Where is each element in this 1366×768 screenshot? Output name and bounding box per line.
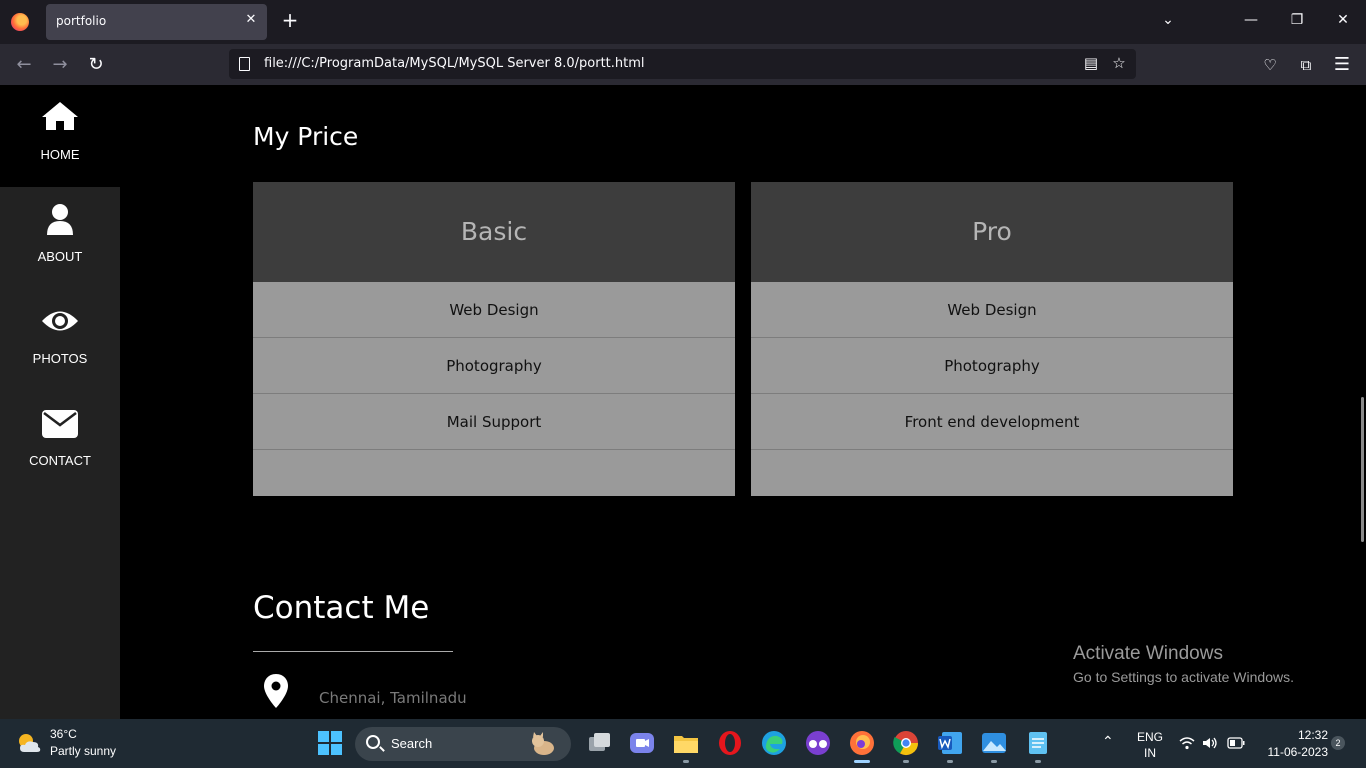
firefox-logo-icon[interactable] (11, 13, 29, 31)
watermark-title: Activate Windows (1073, 643, 1223, 664)
watermark-subtitle: Go to Settings to activate Windows. (1073, 669, 1294, 685)
page-icon (239, 57, 250, 71)
search-highlight-icon (532, 732, 554, 755)
teams-chat-icon[interactable] (628, 729, 656, 757)
incognito-app-icon[interactable] (804, 729, 832, 757)
partly-sunny-icon[interactable] (16, 731, 42, 755)
user-icon (47, 204, 73, 235)
search-label: Search (391, 736, 433, 751)
active-app-indicator (854, 760, 870, 763)
wifi-icon[interactable] (1179, 736, 1195, 750)
clock-date: 11-06-2023 (1267, 745, 1329, 759)
restore-button[interactable]: ❐ (1287, 12, 1307, 32)
browser-tab[interactable]: portfolio ✕ (46, 4, 267, 40)
sidebar-item-home[interactable]: HOME (0, 85, 120, 187)
running-indicator (903, 760, 909, 763)
reader-view-icon[interactable]: ▤ (1081, 54, 1101, 74)
weather-temperature[interactable]: 36°C (50, 727, 77, 741)
back-arrow-icon[interactable]: ← (13, 54, 35, 76)
notification-badge[interactable]: 2 (1331, 736, 1345, 750)
browser-tab-bar: portfolio ✕ + ⌄ — ❐ ✕ (0, 0, 1366, 44)
sidebar-item-label: CONTACT (29, 453, 91, 468)
plan-name: Basic (253, 182, 735, 282)
running-indicator (991, 760, 997, 763)
task-view-icon[interactable] (585, 729, 613, 757)
reload-icon[interactable]: ↻ (85, 54, 107, 76)
photos-icon[interactable] (980, 729, 1008, 757)
language-region: IN (1144, 746, 1156, 760)
file-explorer-icon[interactable] (672, 729, 700, 757)
chrome-icon[interactable] (892, 729, 920, 757)
clock[interactable]: 12:32 11-06-2023 (1258, 728, 1329, 759)
contact-title: Contact Me (253, 590, 430, 626)
page-scrollbar[interactable] (1361, 397, 1364, 542)
plan-feature: Web Design (751, 282, 1233, 338)
plan-feature: Photography (751, 338, 1233, 394)
weather-description[interactable]: Partly sunny (50, 744, 116, 758)
language-code: ENG (1136, 730, 1163, 744)
pricing-card-basic: Basic Web Design Photography Mail Suppor… (253, 182, 735, 496)
menu-hamburger-icon[interactable]: ☰ (1331, 54, 1353, 76)
sidebar-item-contact[interactable]: CONTACT (0, 391, 120, 493)
volume-icon[interactable] (1202, 736, 1218, 750)
url-text[interactable]: file:///C:/ProgramData/MySQL/MySQL Serve… (264, 56, 645, 71)
plan-feature: Front end development (751, 394, 1233, 450)
firefox-taskbar-icon[interactable] (848, 729, 876, 757)
eye-icon (42, 311, 78, 331)
battery-icon[interactable] (1227, 737, 1245, 749)
sidebar-item-label: HOME (40, 147, 80, 162)
notepad-icon[interactable] (1024, 729, 1052, 757)
sidebar-item-about[interactable]: ABOUT (0, 187, 120, 289)
envelope-icon (42, 410, 78, 438)
url-bar[interactable]: file:///C:/ProgramData/MySQL/MySQL Serve… (229, 49, 1136, 79)
plan-feature: Photography (253, 338, 735, 394)
new-tab-button[interactable]: + (280, 10, 300, 30)
windows-start-icon[interactable] (316, 729, 344, 757)
plan-name: Pro (751, 182, 1233, 282)
taskbar-search[interactable]: Search (355, 727, 571, 761)
clock-time: 12:32 (1297, 728, 1328, 742)
plan-feature: Mail Support (253, 394, 735, 450)
windows-taskbar: 36°C Partly sunny Search ⌃ ENG IN 12:32 … (0, 719, 1366, 768)
opera-icon[interactable] (716, 729, 744, 757)
activate-windows-watermark: Activate Windows Go to Settings to activ… (1073, 643, 1294, 685)
tab-title: portfolio (56, 14, 107, 28)
pricing-card-pro: Pro Web Design Photography Front end dev… (751, 182, 1233, 496)
pocket-icon[interactable]: ♡ (1259, 54, 1281, 76)
plan-feature: Web Design (253, 282, 735, 338)
running-indicator (947, 760, 953, 763)
contact-location: Chennai, Tamilnadu (319, 689, 467, 707)
search-icon (366, 735, 380, 749)
plan-feature (751, 450, 1233, 506)
forward-arrow-icon[interactable]: → (49, 54, 71, 76)
sidebar-item-label: PHOTOS (32, 351, 88, 366)
sidebar-item-photos[interactable]: PHOTOS (0, 289, 120, 391)
running-indicator (1035, 760, 1041, 763)
location-pin-icon (264, 674, 288, 708)
list-all-tabs-icon[interactable]: ⌄ (1158, 12, 1178, 32)
extensions-icon[interactable]: ⧉ (1295, 54, 1317, 76)
home-icon (42, 102, 78, 130)
bookmark-star-icon[interactable]: ☆ (1109, 54, 1129, 74)
close-window-button[interactable]: ✕ (1333, 12, 1353, 32)
show-hidden-icons-chevron-icon[interactable]: ⌃ (1102, 733, 1114, 750)
plan-feature (253, 450, 735, 506)
sidebar-item-label: ABOUT (37, 249, 83, 264)
edge-icon[interactable] (760, 729, 788, 757)
pricing-title: My Price (253, 122, 359, 151)
tab-close-icon[interactable]: ✕ (243, 12, 259, 27)
minimize-button[interactable]: — (1241, 12, 1261, 32)
language-indicator[interactable]: ENG IN (1134, 730, 1166, 760)
page-content: HOME ABOUT PHOTOS CONTACT My Price Basic… (0, 85, 1366, 719)
running-indicator (683, 760, 689, 763)
sidebar: HOME ABOUT PHOTOS CONTACT (0, 85, 120, 719)
contact-divider (253, 651, 453, 652)
browser-nav-bar: ← → ↻ file:///C:/ProgramData/MySQL/MySQL… (0, 44, 1366, 85)
word-icon[interactable] (936, 729, 964, 757)
